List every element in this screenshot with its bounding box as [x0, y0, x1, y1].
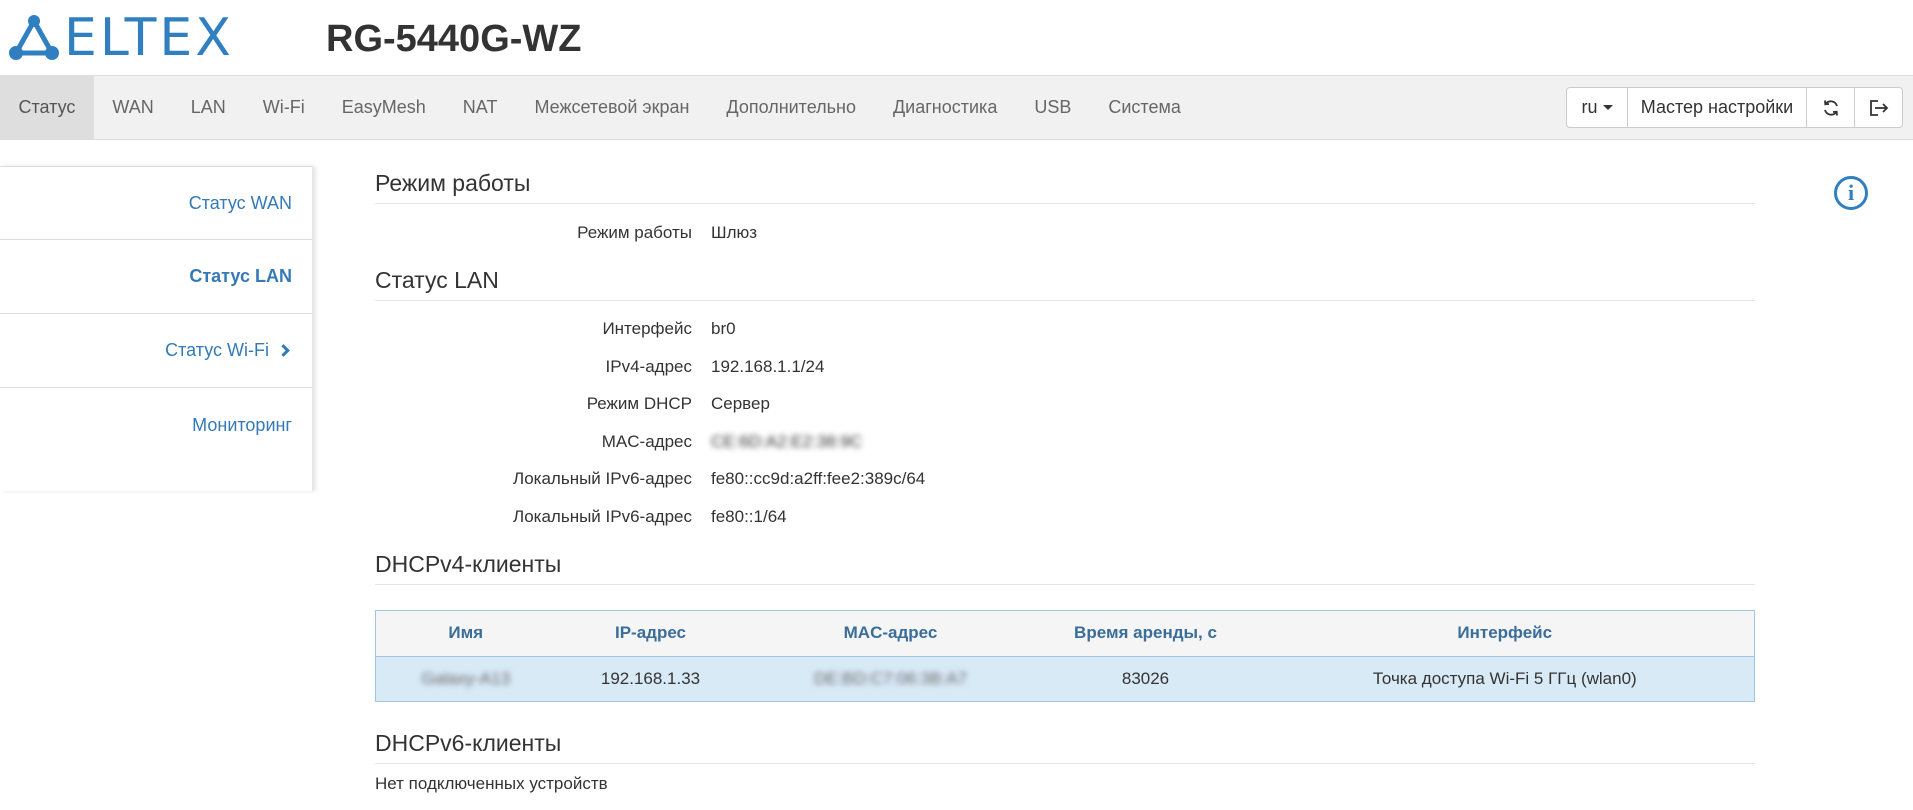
- device-model: RG-5440G-WZ: [326, 18, 582, 60]
- nav-item-wan[interactable]: WAN: [94, 76, 172, 139]
- kv-value: br0: [711, 319, 736, 339]
- logout-button[interactable]: [1854, 88, 1902, 127]
- section-title-dhcpv4: DHCPv4-клиенты: [375, 551, 1755, 585]
- table-cell-name: Galaxy-A13: [375, 656, 556, 701]
- refresh-button[interactable]: [1806, 88, 1854, 127]
- logout-icon: [1869, 99, 1888, 116]
- sidebar-item-wifi-status[interactable]: Статус Wi-Fi: [0, 314, 312, 388]
- setup-wizard-button[interactable]: Мастер настройки: [1627, 88, 1806, 127]
- column-header: Имя: [375, 610, 556, 657]
- refresh-icon: [1823, 99, 1838, 116]
- column-header: MAC-адрес: [745, 610, 1036, 657]
- caret-down-icon: [1602, 105, 1613, 110]
- nav-toolbar: ru Мастер настройки: [1566, 87, 1903, 128]
- client-mac-blurred: DE:BD:C7:06:3B:A7: [813, 668, 968, 688]
- language-label: ru: [1581, 97, 1598, 117]
- section-title-lan: Статус LAN: [375, 267, 1755, 301]
- table-row[interactable]: Galaxy-A13 192.168.1.33 DE:BD:C7:06:3B:A…: [375, 656, 1755, 701]
- kv-key: Локальный IPv6-адрес: [513, 506, 692, 526]
- sidebar-item-label: Статус WAN: [188, 192, 292, 213]
- kv-key: Интерфейс: [602, 319, 692, 339]
- kv-key: MAC-адрес: [601, 431, 692, 451]
- nav-item-status[interactable]: Статус: [0, 76, 94, 139]
- kv-key: IPv4-адрес: [605, 356, 692, 376]
- kv-key: Режим DHCP: [586, 394, 692, 414]
- nav-item-wifi[interactable]: Wi-Fi: [244, 76, 323, 139]
- table-cell-ip: 192.168.1.33: [555, 656, 746, 701]
- kv-row: MAC-адрес CE:6D:A2:E2:38:9C: [375, 423, 1755, 461]
- section-title-mode: Режим работы: [375, 170, 1755, 204]
- nav-item-nat[interactable]: NAT: [444, 76, 516, 139]
- section-title-dhcpv6: DHCPv6-клиенты: [375, 730, 1755, 764]
- dhcpv6-empty-text: Нет подключенных устройств: [375, 773, 608, 793]
- chevron-right-icon: [277, 344, 290, 357]
- nav-item-advanced[interactable]: Дополнительно: [708, 76, 875, 139]
- table-cell-mac: DE:BD:C7:06:3B:A7: [745, 656, 1036, 701]
- nav-item-usb[interactable]: USB: [1016, 76, 1090, 139]
- info-icon[interactable]: i: [1834, 176, 1868, 210]
- table-cell-lease: 83026: [1035, 656, 1256, 701]
- sidebar-item-lan-status[interactable]: Статус LAN: [0, 240, 312, 314]
- main-content: Режим работы Режим работы Шлюз Статус LA…: [375, 170, 1755, 794]
- kv-key: Режим работы: [577, 222, 692, 242]
- sidebar-item-label: Статус Wi-Fi: [165, 340, 269, 360]
- kv-row: Интерфейс br0: [375, 311, 1755, 349]
- kv-key: Локальный IPv6-адрес: [513, 469, 692, 489]
- nav-item-system[interactable]: Система: [1090, 76, 1200, 139]
- nav-item-easymesh[interactable]: EasyMesh: [323, 76, 444, 139]
- logo-wordmark: ELTEX: [64, 8, 234, 68]
- sidebar-item-monitoring[interactable]: Мониторинг: [0, 388, 312, 462]
- table-header-row: Имя IP-адрес MAC-адрес Время аренды, с И…: [375, 610, 1755, 657]
- kv-value: fe80::1/64: [711, 506, 787, 526]
- kv-value-mac-blurred: CE:6D:A2:E2:38:9C: [711, 431, 863, 451]
- kv-row: IPv4-адрес 192.168.1.1/24: [375, 348, 1755, 386]
- kv-value: Шлюз: [711, 222, 758, 242]
- header: ELTEX RG-5440G-WZ: [0, 0, 1913, 75]
- sidebar-item-wan-status[interactable]: Статус WAN: [0, 166, 312, 240]
- column-header: Интерфейс: [1255, 610, 1755, 657]
- nav-item-firewall[interactable]: Межсетевой экран: [516, 76, 708, 139]
- eltex-logo-icon: [9, 15, 59, 60]
- sidebar: Статус WAN Статус LAN Статус Wi-Fi Монит…: [0, 166, 313, 491]
- kv-value: fe80::cc9d:a2ff:fee2:389c/64: [711, 469, 926, 489]
- client-name-blurred: Galaxy-A13: [421, 668, 511, 688]
- nav-item-diagnostics[interactable]: Диагностика: [874, 76, 1015, 139]
- kv-row: Режим работы Шлюз: [375, 214, 1755, 252]
- top-navbar: Статус WAN LAN Wi-Fi EasyMesh NAT Межсет…: [0, 75, 1913, 140]
- column-header: Время аренды, с: [1035, 610, 1256, 657]
- sidebar-item-label: Мониторинг: [192, 414, 292, 435]
- table-cell-interface: Точка доступа Wi-Fi 5 ГГц (wlan0): [1255, 656, 1755, 701]
- column-header: IP-адрес: [555, 610, 746, 657]
- kv-row: Режим DHCP Сервер: [375, 386, 1755, 424]
- language-dropdown[interactable]: ru: [1567, 88, 1627, 127]
- kv-row: Локальный IPv6-адрес fe80::1/64: [375, 498, 1755, 536]
- kv-value: 192.168.1.1/24: [711, 356, 825, 376]
- kv-value: Сервер: [711, 394, 770, 414]
- nav-menu: Статус WAN LAN Wi-Fi EasyMesh NAT Межсет…: [0, 76, 1199, 139]
- kv-row: Локальный IPv6-адрес fe80::cc9d:a2ff:fee…: [375, 461, 1755, 499]
- eltex-logo[interactable]: ELTEX: [8, 12, 234, 64]
- dhcpv4-clients-table: Имя IP-адрес MAC-адрес Время аренды, с И…: [375, 609, 1755, 702]
- sidebar-item-label: Статус LAN: [189, 266, 292, 286]
- nav-item-lan[interactable]: LAN: [172, 76, 244, 139]
